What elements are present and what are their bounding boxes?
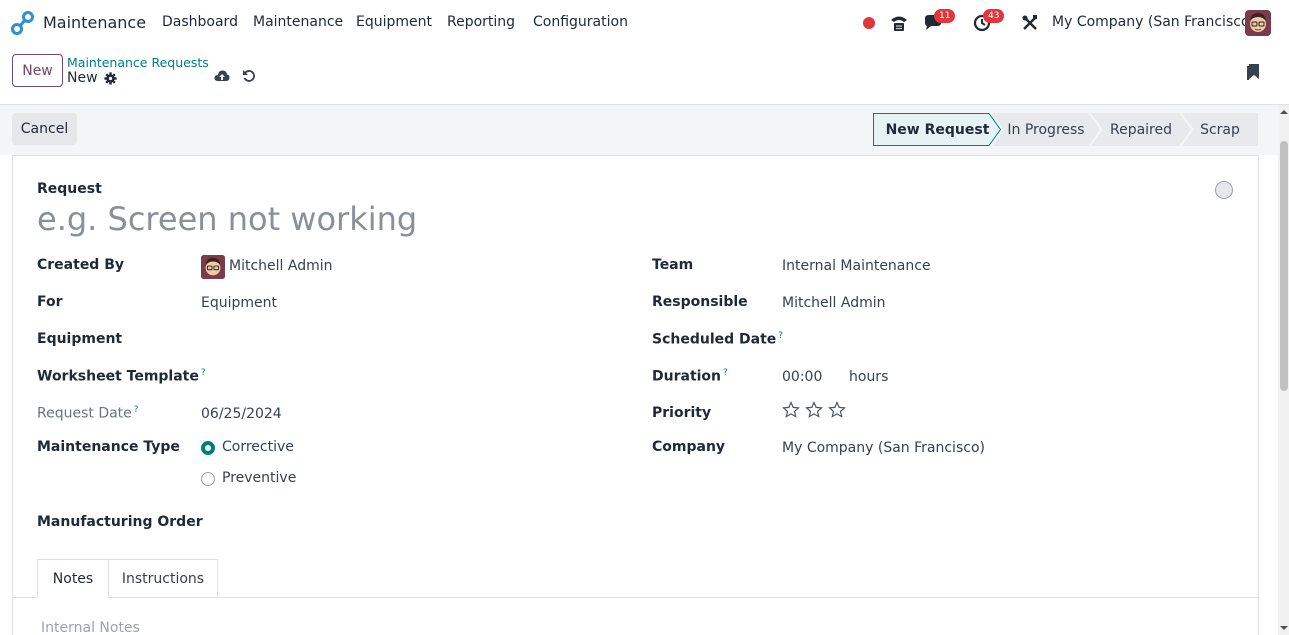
record-name: New <box>67 70 98 86</box>
tab-instructions[interactable]: Instructions <box>108 559 218 598</box>
manufacturing-order-label: Manufacturing Order <box>37 514 203 530</box>
phone-icon[interactable] <box>888 12 910 34</box>
new-button[interactable]: New <box>12 54 63 87</box>
menu-reporting[interactable]: Reporting <box>447 14 515 30</box>
scheduled-date-field[interactable] <box>782 331 1182 351</box>
team-label: Team <box>652 257 694 273</box>
request-date-label: Request Date? <box>37 405 139 422</box>
discard-changes-icon[interactable] <box>242 69 256 83</box>
stage-repaired[interactable]: Repaired <box>1091 113 1191 146</box>
priority-star-icon[interactable] <box>782 401 800 419</box>
created-by-label: Created By <box>37 257 125 273</box>
scroll-thumb[interactable] <box>1280 141 1288 391</box>
responsible-value[interactable]: Mitchell Admin <box>782 295 886 311</box>
company-label: Company <box>652 439 726 455</box>
stage-new-request[interactable]: New Request <box>873 113 1001 146</box>
kanban-state-icon[interactable] <box>1215 181 1233 199</box>
radio-corrective-label[interactable]: Corrective <box>222 439 294 455</box>
duration-input[interactable]: 00:00 <box>782 369 822 385</box>
scheduled-date-label: Scheduled Date? <box>652 331 784 348</box>
user-avatar[interactable] <box>1245 10 1271 36</box>
page-scrollbar[interactable] <box>1278 105 1289 635</box>
team-value[interactable]: Internal Maintenance <box>782 258 931 274</box>
app-name[interactable]: Maintenance <box>43 13 146 32</box>
priority-star-icon[interactable] <box>805 401 823 419</box>
menu-dashboard[interactable]: Dashboard <box>162 14 238 30</box>
activity-badge: 43 <box>983 9 1005 23</box>
tools-icon[interactable] <box>1019 12 1041 34</box>
help-icon[interactable]: ? <box>723 368 728 378</box>
gear-icon[interactable] <box>104 72 117 85</box>
form-sheet: Request Created By Mitchell Admin For Eq… <box>12 155 1259 635</box>
internal-notes-editor[interactable]: Internal Notes <box>41 620 140 635</box>
responsible-label: Responsible <box>652 294 748 310</box>
cloud-upload-icon[interactable] <box>214 69 230 83</box>
chat-icon[interactable]: 11 <box>922 9 956 34</box>
radio-corrective[interactable] <box>201 441 215 455</box>
menu-equipment[interactable]: Equipment <box>356 14 432 30</box>
cancel-button[interactable]: Cancel <box>12 113 77 145</box>
control-panel: New Maintenance Requests New <box>0 46 1289 105</box>
recording-dot-icon[interactable] <box>858 12 880 34</box>
equipment-label: Equipment <box>37 331 123 347</box>
radio-preventive[interactable] <box>201 472 215 486</box>
bookmark-icon[interactable] <box>1246 63 1260 81</box>
help-icon[interactable]: ? <box>134 405 139 415</box>
equipment-field[interactable] <box>201 331 581 351</box>
worksheet-template-label: Worksheet Template? <box>37 368 206 385</box>
priority-label: Priority <box>652 405 712 421</box>
scroll-down-icon[interactable] <box>1280 624 1288 632</box>
company-switcher[interactable]: My Company (San Francisco) <box>1052 14 1255 30</box>
duration-label: Duration? <box>652 368 728 385</box>
duration-unit: hours <box>849 369 889 385</box>
created-by-value[interactable]: Mitchell Admin <box>229 258 333 274</box>
stage-in-progress[interactable]: In Progress <box>992 113 1100 146</box>
company-value[interactable]: My Company (San Francisco) <box>782 440 985 456</box>
radio-preventive-label[interactable]: Preventive <box>222 470 296 486</box>
priority-star-icon[interactable] <box>828 401 846 419</box>
request-date-value[interactable]: 06/25/2024 <box>201 406 282 422</box>
breadcrumb-maintenance-requests[interactable]: Maintenance Requests <box>67 55 209 70</box>
maintenance-app-icon[interactable] <box>11 11 35 35</box>
manufacturing-order-field[interactable] <box>201 514 581 534</box>
status-bar: Cancel New Request In Progress Repaired … <box>0 105 1278 155</box>
menu-configuration[interactable]: Configuration <box>533 14 628 30</box>
top-navbar: Maintenance Dashboard Maintenance Equipm… <box>0 0 1289 46</box>
chat-badge: 11 <box>934 9 956 23</box>
worksheet-template-field[interactable] <box>201 368 581 388</box>
menu-maintenance[interactable]: Maintenance <box>253 14 343 30</box>
maintenance-type-label: Maintenance Type <box>37 439 180 455</box>
stage-scrap[interactable]: Scrap <box>1182 113 1258 146</box>
request-title-input[interactable] <box>37 200 737 238</box>
activity-clock-icon[interactable]: 43 <box>971 9 1005 34</box>
scroll-up-icon[interactable] <box>1280 108 1288 116</box>
created-by-avatar <box>201 255 225 279</box>
request-label: Request <box>37 181 102 197</box>
for-label: For <box>37 294 63 310</box>
for-select[interactable]: Equipment <box>201 295 277 311</box>
tab-notes[interactable]: Notes <box>37 559 109 598</box>
